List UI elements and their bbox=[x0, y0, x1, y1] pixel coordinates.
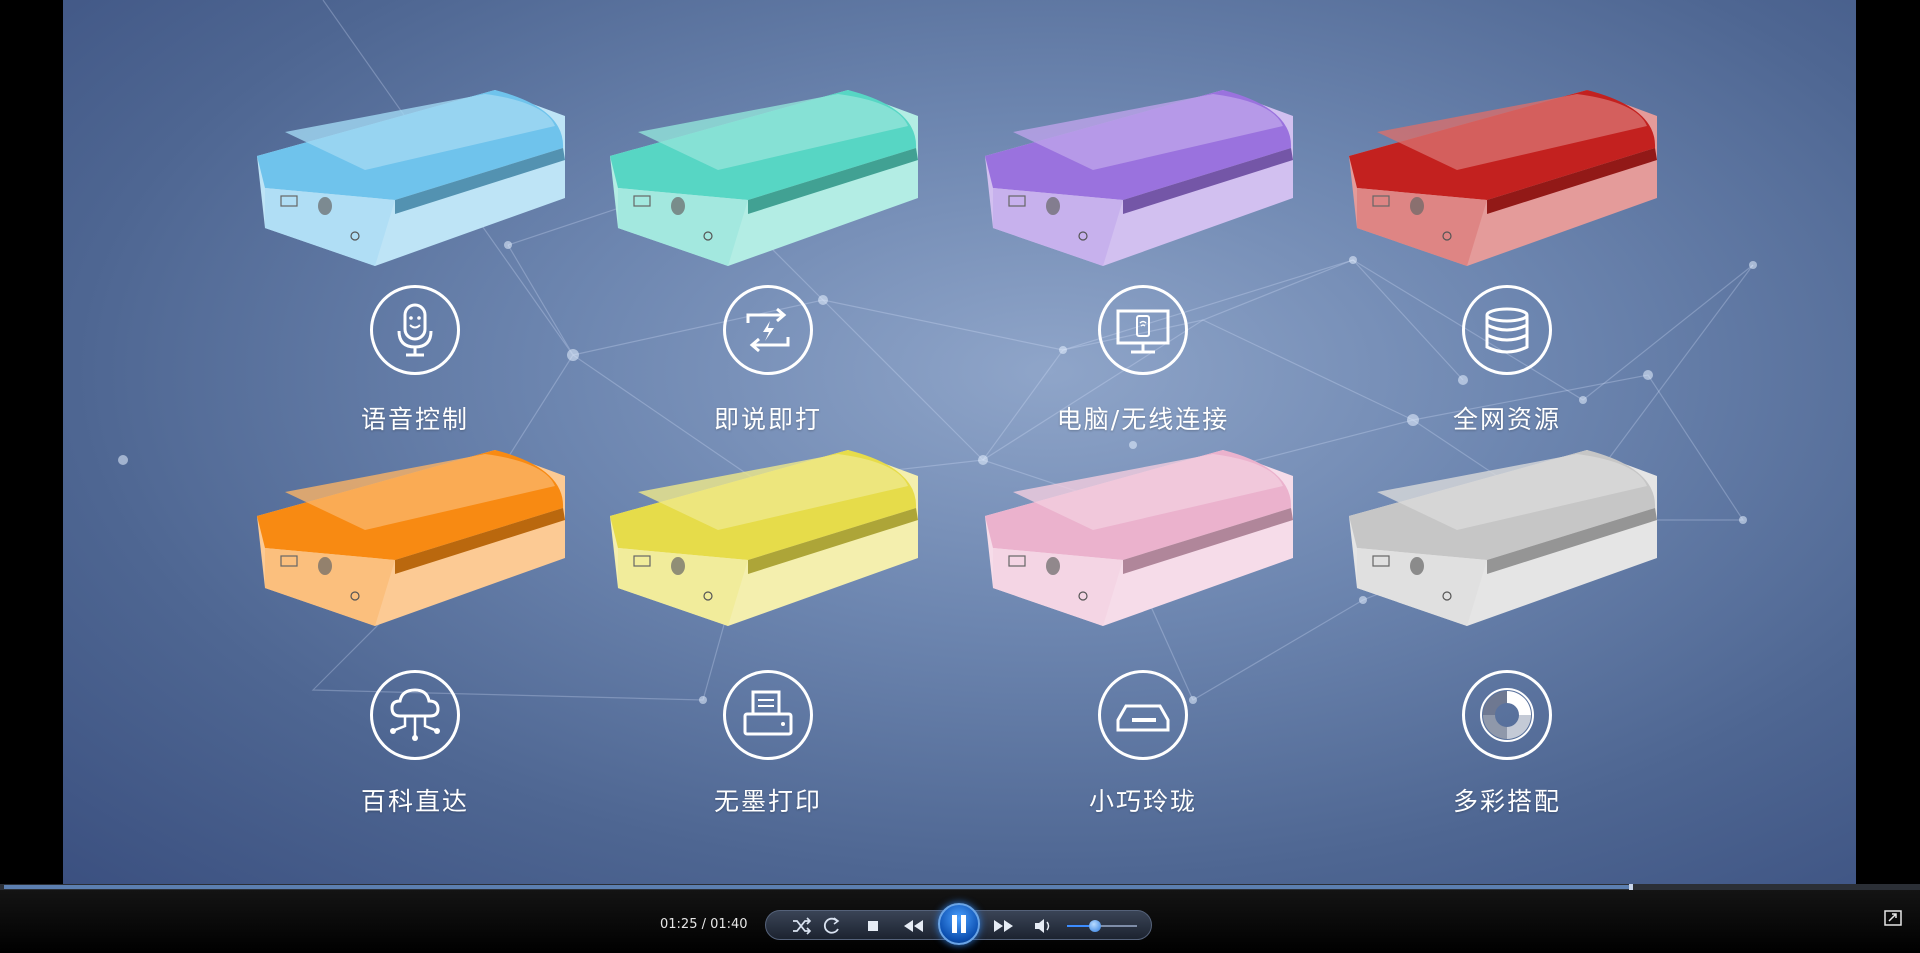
feature-label: 无墨打印 bbox=[713, 787, 822, 816]
next-button[interactable] bbox=[986, 915, 1020, 937]
feature-icon-badge bbox=[1462, 670, 1552, 760]
compact-device-icon bbox=[1116, 704, 1170, 732]
switch-to-compact-mode-icon bbox=[1884, 910, 1902, 926]
instant-print-icon bbox=[746, 307, 790, 353]
feature-label: 小巧玲珑 bbox=[1088, 787, 1197, 816]
switch-to-compact-mode-button[interactable] bbox=[1884, 910, 1902, 926]
video-frame[interactable]: 语音控制 即说即打 电脑/无线连接 全网资源百科直达 无墨打印 小巧玲珑 多彩搭配 bbox=[63, 0, 1856, 885]
printer-image bbox=[257, 90, 565, 266]
monitor-wireless-icon bbox=[1116, 309, 1170, 354]
printer-image bbox=[610, 90, 918, 266]
feature-icon-badge bbox=[1098, 285, 1188, 375]
printer-image bbox=[1349, 90, 1657, 266]
pause-icon bbox=[952, 915, 966, 933]
feature-icon-badge bbox=[1462, 285, 1552, 375]
feature-icon-badge bbox=[723, 670, 813, 760]
feature-label: 语音控制 bbox=[360, 405, 469, 434]
cloud-network-icon bbox=[390, 688, 440, 741]
repeat-button[interactable] bbox=[819, 915, 845, 937]
stop-icon bbox=[868, 921, 878, 931]
previous-button[interactable] bbox=[897, 915, 931, 937]
shuffle-button[interactable] bbox=[788, 915, 814, 937]
feature-icon-badge bbox=[370, 285, 460, 375]
feature-icon-badge bbox=[723, 285, 813, 375]
printer-image bbox=[985, 450, 1293, 626]
feature-label: 即说即打 bbox=[713, 405, 822, 434]
printer-image bbox=[610, 450, 918, 626]
printer-image bbox=[257, 450, 565, 626]
volume-handle[interactable] bbox=[1089, 920, 1101, 932]
stop-button[interactable] bbox=[860, 915, 886, 937]
feature-label: 百科直达 bbox=[360, 787, 469, 816]
play-pause-button[interactable] bbox=[938, 903, 980, 945]
fast-forward-icon bbox=[994, 920, 1013, 932]
microphone-icon bbox=[397, 303, 433, 357]
player-control-bar: 01:25 / 01:40 bbox=[0, 890, 1920, 953]
feature-icon-badge bbox=[370, 670, 460, 760]
database-icon bbox=[1485, 307, 1529, 354]
rewind-icon bbox=[904, 920, 923, 932]
feature-label: 全网资源 bbox=[1452, 405, 1561, 434]
speaker-icon bbox=[1035, 919, 1050, 933]
repeat-icon bbox=[823, 917, 840, 934]
feature-icon-badge bbox=[1098, 670, 1188, 760]
time-display: 01:25 / 01:40 bbox=[660, 917, 748, 932]
seek-progress bbox=[4, 885, 1629, 889]
printer-image bbox=[985, 90, 1293, 266]
mute-button[interactable] bbox=[1030, 915, 1056, 937]
feature-label: 多彩搭配 bbox=[1452, 787, 1561, 816]
color-wheel-icon bbox=[1480, 688, 1534, 742]
shuffle-icon bbox=[793, 917, 812, 935]
volume-slider[interactable] bbox=[1067, 920, 1137, 932]
feature-label: 电脑/无线连接 bbox=[1056, 405, 1230, 434]
printer-icon bbox=[743, 690, 793, 736]
printer-image bbox=[1349, 450, 1657, 626]
